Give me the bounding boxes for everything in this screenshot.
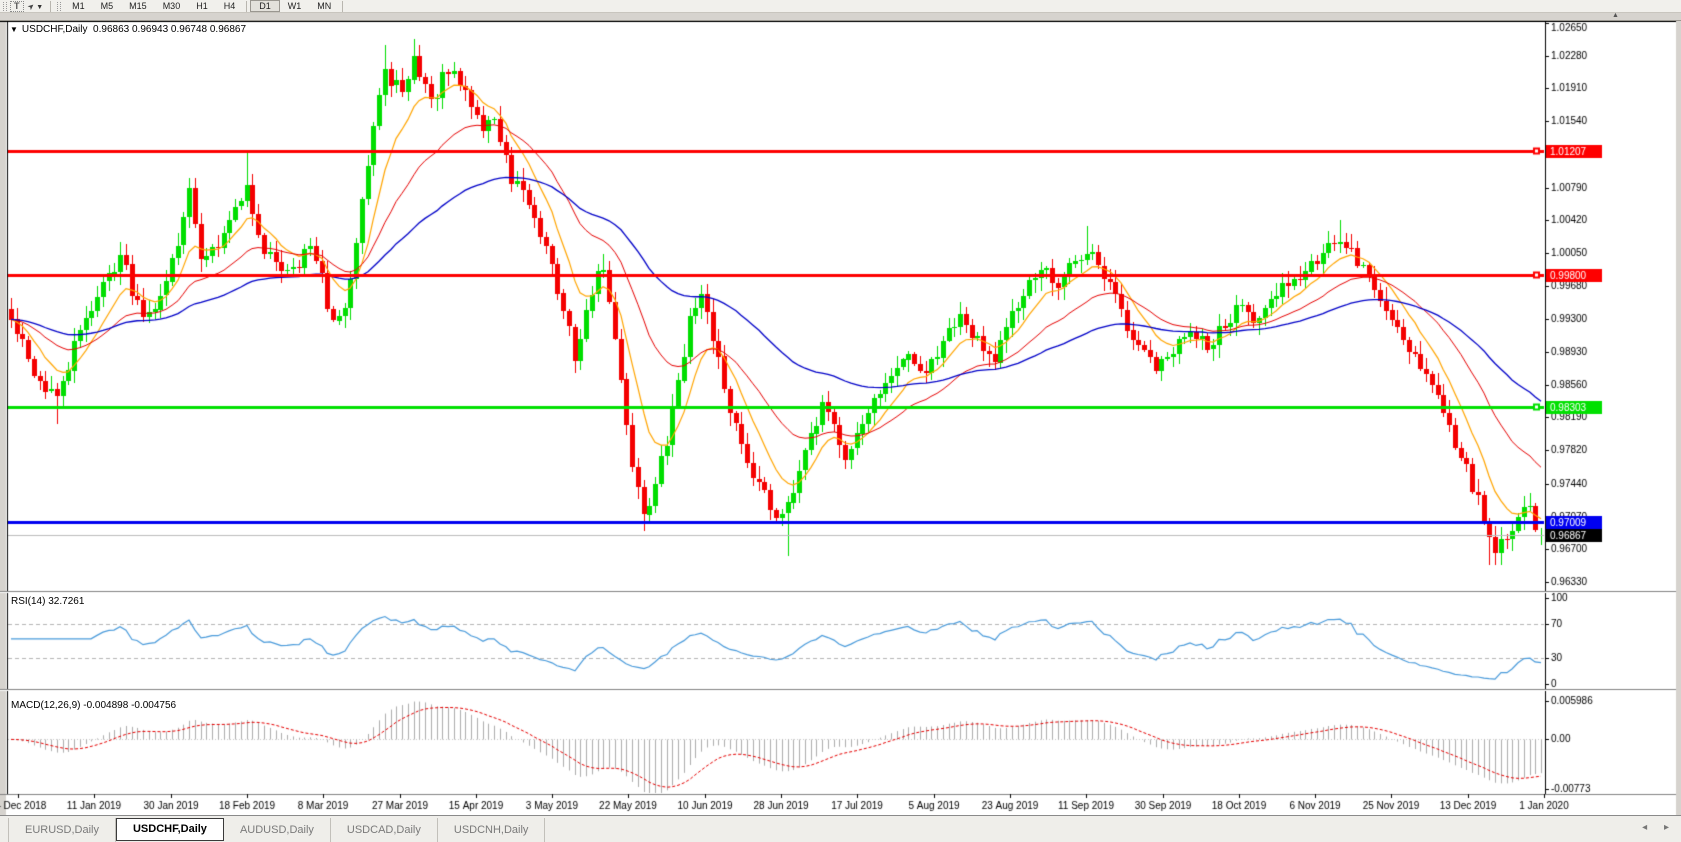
toolbar-grip[interactable]	[57, 1, 62, 11]
tab-eurusd[interactable]: EURUSD,Daily	[8, 818, 116, 842]
tab-usdcad[interactable]: USDCAD,Daily	[331, 818, 438, 842]
timeframe-button-m15[interactable]: M15	[121, 0, 155, 12]
arrow-tool-icon: ➤	[25, 1, 36, 13]
tab-scroll-left-icon[interactable]: ◂	[1642, 822, 1647, 833]
timeframe-button-d1[interactable]: D1	[250, 0, 280, 12]
tab-usdchf[interactable]: USDCHF,Daily	[115, 818, 224, 841]
timeframe-button-m1[interactable]: M1	[64, 0, 93, 12]
timeframe-button-w1[interactable]: W1	[280, 0, 310, 12]
chart-window: ▼ USDCHF,Daily 0.96863 0.96943 0.96748 0.…	[0, 21, 1681, 815]
arrow-tool-button[interactable]: ➤▼	[24, 0, 48, 12]
timeframe-button-h4[interactable]: H4	[216, 0, 244, 12]
toolbar-separator	[342, 0, 344, 12]
toolbar-grip[interactable]	[3, 1, 7, 11]
toolbar-separator	[246, 0, 248, 12]
text-tool-button[interactable]: T	[10, 0, 24, 12]
window-top-strip: ▲	[0, 12, 1681, 21]
tab-audusd[interactable]: AUDUSD,Daily	[224, 818, 331, 842]
price-chart-canvas[interactable]	[0, 21, 1681, 815]
dropdown-arrow-icon: ▼	[36, 4, 44, 11]
top-toolbar: T ➤▼ M1 M5 M15 M30 H1 H4 D1 W1 MN	[0, 0, 1681, 13]
timeframe-button-mn[interactable]: MN	[309, 0, 339, 12]
timeframe-button-h1[interactable]: H1	[188, 0, 216, 12]
timeframe-button-m5[interactable]: M5	[93, 0, 122, 12]
symbol-tab-bar: EURUSD,Daily USDCHF,Daily AUDUSD,Daily USDC…	[0, 815, 1681, 842]
tab-scroll-right-icon[interactable]: ▸	[1664, 822, 1669, 833]
scroll-up-icon[interactable]: ▲	[1612, 12, 1619, 19]
tab-usdcnh[interactable]: USDCNH,Daily	[438, 818, 546, 842]
toolbar-separator	[50, 0, 52, 12]
timeframe-button-m30[interactable]: M30	[155, 0, 189, 12]
